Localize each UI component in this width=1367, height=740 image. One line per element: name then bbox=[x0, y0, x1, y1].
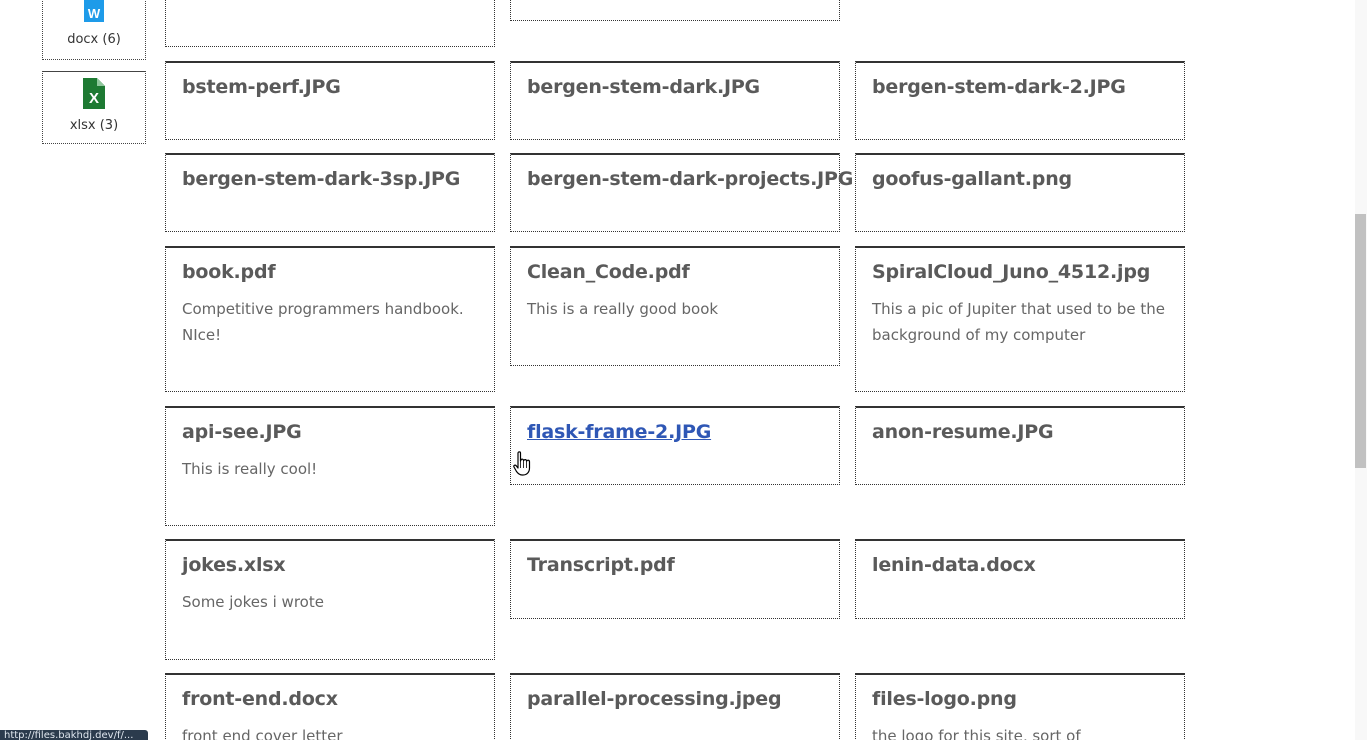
file-card[interactable] bbox=[165, 0, 495, 47]
file-card[interactable]: files-logo.png the logo for this site, s… bbox=[855, 673, 1185, 740]
file-card[interactable]: parallel-processing.jpeg bbox=[510, 673, 840, 740]
scrollbar-thumb[interactable] bbox=[1355, 214, 1366, 468]
file-title-link[interactable]: bergen-stem-dark-3sp.JPG bbox=[182, 167, 478, 191]
filter-xlsx-label: xlsx (3) bbox=[69, 118, 119, 133]
file-title-link[interactable]: SpiralCloud_Juno_4512.jpg bbox=[872, 260, 1168, 284]
file-card[interactable]: bergen-stem-dark-projects.JPG bbox=[510, 153, 853, 232]
file-card[interactable]: book.pdf Competitive programmers handboo… bbox=[165, 246, 495, 392]
file-card[interactable]: bergen-stem-dark-2.JPG bbox=[855, 61, 1185, 140]
file-description: front end cover letter bbox=[182, 727, 343, 740]
file-card[interactable]: flask-frame-2.JPG bbox=[510, 406, 840, 485]
file-description: This is a really good book bbox=[527, 300, 719, 318]
hand-cursor-icon bbox=[513, 451, 531, 476]
file-description: This a pic of Jupiter that used to be th… bbox=[872, 300, 1166, 344]
file-title-link[interactable]: Transcript.pdf bbox=[527, 553, 823, 577]
file-title-link[interactable]: bstem-perf.JPG bbox=[182, 75, 478, 99]
file-description: This is really cool! bbox=[182, 460, 318, 478]
file-card[interactable]: front-end.docx front end cover letter bbox=[165, 673, 495, 740]
file-card[interactable]: lenin-data.docx bbox=[855, 539, 1185, 619]
file-title-link[interactable]: anon-resume.JPG bbox=[872, 420, 1168, 444]
file-description: Some jokes i wrote bbox=[182, 593, 324, 611]
file-title-link[interactable]: flask-frame-2.JPG bbox=[527, 420, 823, 444]
file-card[interactable]: api-see.JPG This is really cool! bbox=[165, 406, 495, 526]
file-title-link[interactable]: lenin-data.docx bbox=[872, 553, 1168, 577]
svg-text:W: W bbox=[88, 6, 101, 21]
link-status-bar: http://files.bakhdj.dev/f/... bbox=[0, 730, 148, 740]
word-file-icon: W bbox=[84, 0, 104, 22]
file-card[interactable]: bergen-stem-dark-3sp.JPG bbox=[165, 153, 495, 232]
file-card[interactable]: SpiralCloud_Juno_4512.jpg This a pic of … bbox=[855, 246, 1185, 392]
filter-xlsx[interactable]: X xlsx (3) bbox=[42, 71, 146, 144]
file-card[interactable]: Transcript.pdf bbox=[510, 539, 840, 619]
file-title-link[interactable]: jokes.xlsx bbox=[182, 553, 478, 577]
file-description: the logo for this site, sort of bbox=[872, 727, 1081, 740]
file-title-link[interactable]: parallel-processing.jpeg bbox=[527, 687, 823, 711]
file-title-link[interactable]: files-logo.png bbox=[872, 687, 1168, 711]
file-card[interactable]: anon-resume.JPG bbox=[855, 406, 1185, 485]
file-card[interactable]: bergen-stem-dark.JPG bbox=[510, 61, 840, 140]
file-card[interactable] bbox=[510, 0, 840, 21]
svg-text:X: X bbox=[89, 90, 99, 107]
file-title-link[interactable]: Clean_Code.pdf bbox=[527, 260, 823, 284]
filter-docx[interactable]: W docx (6) bbox=[42, 0, 146, 60]
file-description: Competitive programmers handbook. NIce! bbox=[182, 300, 464, 344]
file-title-link[interactable]: bergen-stem-dark.JPG bbox=[527, 75, 823, 99]
scrollbar-track[interactable] bbox=[1355, 0, 1367, 740]
file-card[interactable]: goofus-gallant.png bbox=[855, 153, 1185, 232]
file-card[interactable]: bstem-perf.JPG bbox=[165, 61, 495, 140]
file-card[interactable]: Clean_Code.pdf This is a really good boo… bbox=[510, 246, 840, 366]
file-title-link[interactable]: book.pdf bbox=[182, 260, 478, 284]
file-title-link[interactable]: bergen-stem-dark-projects.JPG bbox=[527, 167, 853, 191]
filter-docx-label: docx (6) bbox=[67, 32, 121, 47]
excel-file-icon: X bbox=[83, 78, 105, 109]
file-title-link[interactable]: goofus-gallant.png bbox=[872, 167, 1168, 191]
file-card[interactable]: jokes.xlsx Some jokes i wrote bbox=[165, 539, 495, 660]
file-title-link[interactable]: front-end.docx bbox=[182, 687, 478, 711]
file-title-link[interactable]: api-see.JPG bbox=[182, 420, 478, 444]
file-title-link[interactable]: bergen-stem-dark-2.JPG bbox=[872, 75, 1168, 99]
